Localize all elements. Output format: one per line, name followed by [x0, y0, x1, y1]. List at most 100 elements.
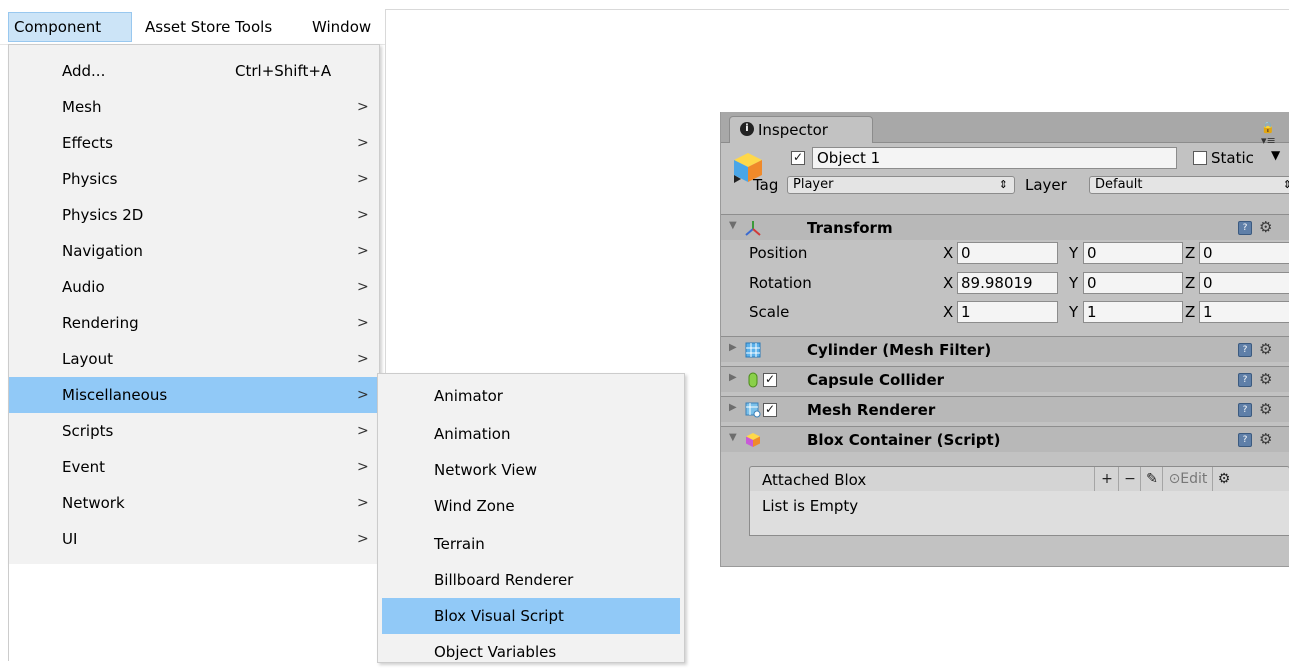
- submenu-item-object-variables[interactable]: Object Variables: [378, 634, 684, 670]
- gear-icon[interactable]: ⚙: [1259, 339, 1272, 359]
- axis-z-label: Z: [1185, 244, 1196, 262]
- menu-bar: Component Asset Store Tools Window: [0, 0, 386, 45]
- menu-asset-store-tools[interactable]: Asset Store Tools: [145, 12, 272, 42]
- menu-window[interactable]: Window: [312, 12, 371, 42]
- submenu-item-animator[interactable]: Animator: [378, 378, 684, 414]
- help-icon[interactable]: ?: [1238, 433, 1252, 447]
- blox-container-header[interactable]: ▼ Blox Container (Script) ? ⚙: [721, 426, 1289, 452]
- component-title: Blox Container (Script): [807, 431, 1001, 449]
- miscellaneous-submenu: Animator Animation Network View Wind Zon…: [377, 373, 685, 663]
- gear-icon[interactable]: ⚙: [1259, 399, 1272, 419]
- gear-icon[interactable]: ⚙: [1259, 429, 1272, 449]
- menu-item-layout[interactable]: Layout >: [9, 341, 379, 377]
- layer-label: Layer: [1025, 176, 1067, 194]
- empty-list-text: List is Empty: [762, 497, 859, 515]
- menu-item-mesh[interactable]: Mesh >: [9, 89, 379, 125]
- static-label: Static: [1211, 149, 1254, 167]
- menu-component[interactable]: Component: [14, 12, 101, 42]
- submenu-item-terrain[interactable]: Terrain: [378, 526, 684, 562]
- submenu-arrow-icon: >: [357, 135, 369, 151]
- dropdown-arrow-icon: ⇕: [1283, 177, 1289, 193]
- tag-dropdown[interactable]: Player ⇕: [787, 176, 1015, 194]
- submenu-arrow-icon: >: [357, 279, 369, 295]
- component-title: Capsule Collider: [807, 371, 945, 389]
- submenu-item-label: Network View: [434, 461, 537, 479]
- component-enabled-checkbox[interactable]: ✓: [763, 403, 777, 417]
- menu-item-effects[interactable]: Effects >: [9, 125, 379, 161]
- scale-x-field[interactable]: 1: [957, 301, 1058, 323]
- help-icon[interactable]: ?: [1238, 373, 1252, 387]
- rotation-y-field[interactable]: 0: [1083, 272, 1183, 294]
- rotation-z-field[interactable]: 0: [1199, 272, 1289, 294]
- pencil-icon[interactable]: ✎: [1140, 467, 1163, 491]
- menu-item-ui[interactable]: UI >: [9, 521, 379, 557]
- submenu-item-wind-zone[interactable]: Wind Zone: [378, 488, 684, 524]
- submenu-arrow-icon: >: [357, 423, 369, 439]
- transform-header[interactable]: ▼ Transform ? ⚙: [721, 214, 1289, 240]
- position-x-field[interactable]: 0: [957, 242, 1058, 264]
- component-enabled-checkbox[interactable]: ✓: [763, 373, 777, 387]
- foldout-icon[interactable]: ▶: [729, 372, 737, 383]
- foldout-icon[interactable]: ▼: [729, 220, 737, 231]
- lock-icon[interactable]: 🔒 ▾≡: [1261, 121, 1289, 147]
- object-name-field[interactable]: Object 1: [812, 147, 1177, 169]
- scale-y-field[interactable]: 1: [1083, 301, 1183, 323]
- object-active-checkbox[interactable]: ✓: [791, 151, 805, 165]
- submenu-item-billboard-renderer[interactable]: Billboard Renderer: [378, 562, 684, 598]
- submenu-arrow-icon: >: [357, 495, 369, 511]
- menu-item-rendering[interactable]: Rendering >: [9, 305, 379, 341]
- menu-item-physics[interactable]: Physics >: [9, 161, 379, 197]
- menu-item-label: Effects: [62, 134, 113, 152]
- foldout-icon[interactable]: ▶: [729, 342, 737, 353]
- mesh-renderer-icon: [745, 402, 761, 418]
- info-icon: i: [740, 122, 754, 136]
- help-icon[interactable]: ?: [1238, 221, 1252, 235]
- gear-icon[interactable]: ⚙: [1259, 217, 1272, 237]
- axis-y-label: Y: [1069, 274, 1079, 292]
- menu-item-audio[interactable]: Audio >: [9, 269, 379, 305]
- layer-dropdown[interactable]: Default ⇕: [1089, 176, 1289, 194]
- transform-icon: [745, 221, 761, 236]
- submenu-item-network-view[interactable]: Network View: [378, 452, 684, 488]
- submenu-item-animation[interactable]: Animation: [378, 416, 684, 452]
- position-y-field[interactable]: 0: [1083, 242, 1183, 264]
- mesh-renderer-header[interactable]: ▶ ✓ Mesh Renderer ? ⚙: [721, 396, 1289, 422]
- axis-x-label: X: [943, 244, 954, 262]
- menu-item-physics-2d[interactable]: Physics 2D >: [9, 197, 379, 233]
- list-header: Attached Blox + − ✎ ⊙Edit ⚙: [749, 466, 1289, 492]
- remove-button[interactable]: −: [1118, 467, 1141, 491]
- tab-label: Inspector: [758, 121, 828, 139]
- menu-item-navigation[interactable]: Navigation >: [9, 233, 379, 269]
- tab-inspector[interactable]: i Inspector: [729, 116, 873, 143]
- add-button[interactable]: +: [1094, 467, 1119, 491]
- rotation-x-field[interactable]: 89.98019: [957, 272, 1058, 294]
- menu-item-shortcut: Ctrl+Shift+A: [235, 62, 332, 80]
- menu-item-scripts[interactable]: Scripts >: [9, 413, 379, 449]
- mesh-filter-header[interactable]: ▶ Cylinder (Mesh Filter) ? ⚙: [721, 336, 1289, 362]
- foldout-icon[interactable]: ▶: [729, 402, 737, 413]
- foldout-icon[interactable]: ▼: [729, 432, 737, 443]
- menu-item-add[interactable]: Add... Ctrl+Shift+A: [9, 53, 379, 89]
- submenu-arrow-icon: >: [357, 171, 369, 187]
- rotation-label: Rotation: [749, 274, 812, 292]
- chevron-down-icon[interactable]: ▼: [1271, 148, 1280, 162]
- help-icon[interactable]: ?: [1238, 343, 1252, 357]
- edit-button[interactable]: ⊙Edit: [1162, 467, 1213, 491]
- menu-item-event[interactable]: Event >: [9, 449, 379, 485]
- submenu-item-blox-visual-script[interactable]: Blox Visual Script: [382, 598, 680, 634]
- gear-icon[interactable]: ⚙: [1212, 467, 1235, 491]
- gear-icon[interactable]: ⚙: [1259, 369, 1272, 389]
- submenu-item-label: Animator: [434, 387, 503, 405]
- menu-item-miscellaneous[interactable]: Miscellaneous >: [9, 377, 379, 413]
- scale-z-field[interactable]: 1: [1199, 301, 1289, 323]
- capsule-collider-header[interactable]: ▶ ✓ Capsule Collider ? ⚙: [721, 366, 1289, 392]
- background-panel: [8, 564, 381, 661]
- scale-label: Scale: [749, 303, 790, 321]
- position-z-field[interactable]: 0: [1199, 242, 1289, 264]
- submenu-arrow-icon: >: [357, 243, 369, 259]
- help-icon[interactable]: ?: [1238, 403, 1252, 417]
- menu-item-network[interactable]: Network >: [9, 485, 379, 521]
- static-checkbox[interactable]: [1193, 151, 1207, 165]
- submenu-item-label: Terrain: [434, 535, 485, 553]
- mesh-filter-icon: [745, 342, 761, 358]
